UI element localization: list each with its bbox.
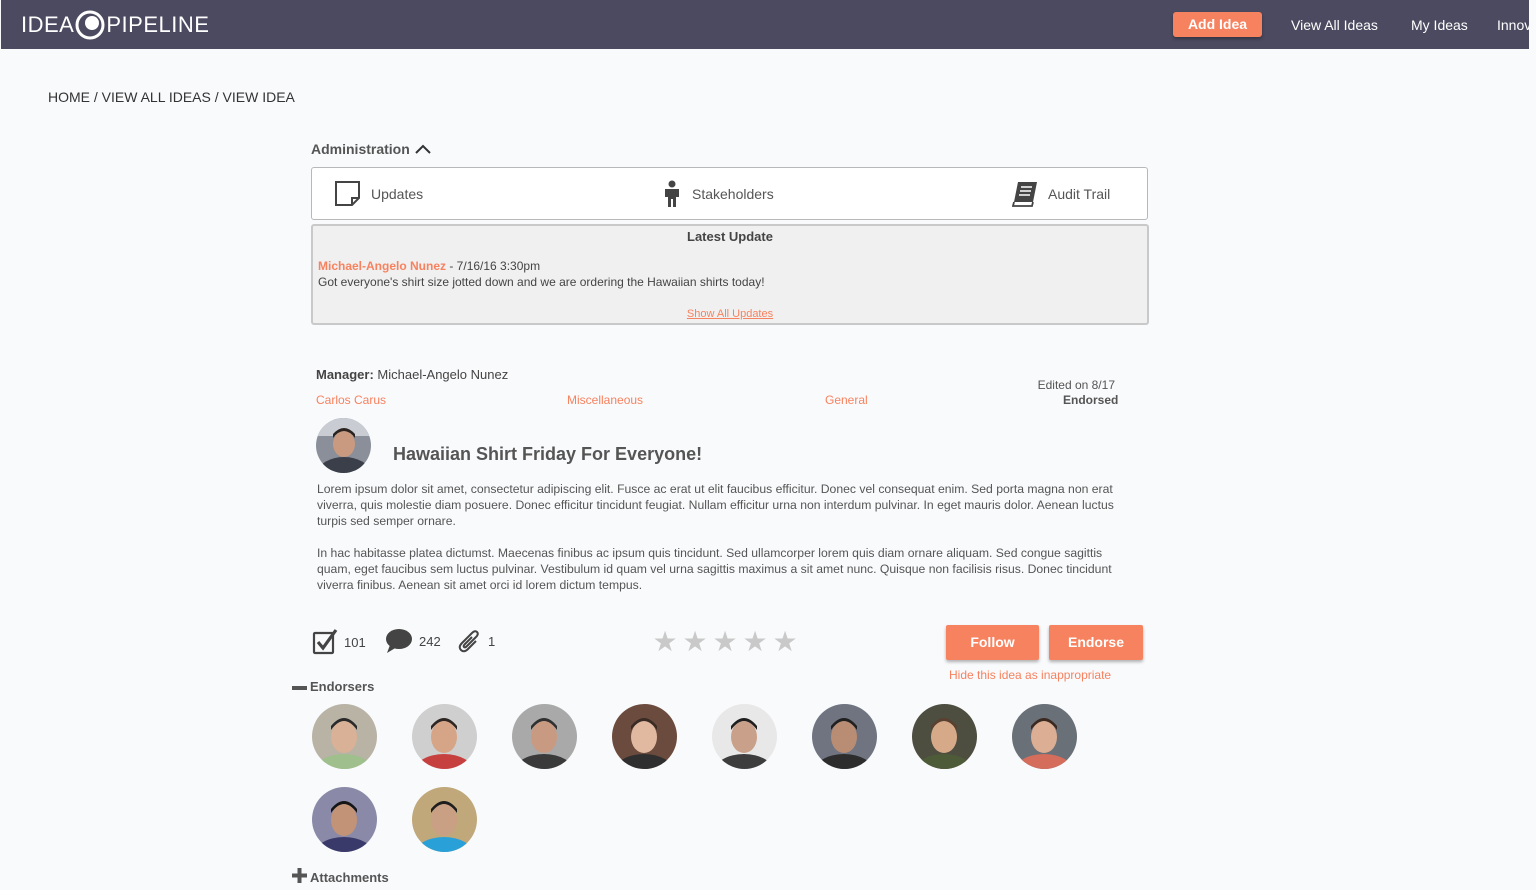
show-all-updates-text[interactable]: Show All Updates <box>687 308 773 320</box>
top-navbar: IDEA PIPELINE Add Idea View All Ideas My… <box>1 0 1529 49</box>
breadcrumb-separator: / <box>93 89 102 105</box>
nav-my-ideas[interactable]: My Ideas <box>1411 17 1468 33</box>
comment-count-value: 242 <box>419 633 441 649</box>
plus-icon <box>292 868 307 886</box>
breadcrumb: HOME / VIEW ALL IDEAS / VIEW IDEA <box>48 89 295 105</box>
idea-category-link[interactable]: Miscellaneous <box>567 393 643 407</box>
logo-text-pipeline: PIPELINE <box>106 12 210 37</box>
star-icon[interactable]: ★ <box>710 628 740 656</box>
endorser-avatar[interactable] <box>1012 704 1077 769</box>
attachment-count-value: 1 <box>488 633 496 649</box>
idea-submitter-link[interactable]: Carlos Carus <box>316 393 386 407</box>
breadcrumb-view-all-ideas[interactable]: VIEW ALL IDEAS <box>102 89 211 105</box>
star-rating[interactable]: ★ ★ ★ ★ ★ <box>650 628 800 656</box>
minus-icon <box>292 679 307 694</box>
latest-update-date: - 7/16/16 3:30pm <box>446 259 541 273</box>
endorsement-count[interactable]: 101 <box>312 628 366 656</box>
manager-label: Manager: <box>316 367 374 382</box>
breadcrumb-separator: / <box>214 89 223 105</box>
breadcrumb-view-idea: VIEW IDEA <box>222 89 295 105</box>
latest-update-panel: Latest Update Michael-Angelo Nunez - 7/1… <box>311 224 1149 325</box>
star-icon[interactable]: ★ <box>770 628 800 656</box>
star-icon[interactable]: ★ <box>680 628 710 656</box>
idea-paragraph: In hac habitasse platea dictumst. Maecen… <box>317 546 1112 592</box>
endorser-avatar[interactable] <box>712 704 777 769</box>
latest-update-title: Latest Update <box>687 229 773 244</box>
endorse-button[interactable]: Endorse <box>1049 625 1143 660</box>
follow-button[interactable]: Follow <box>946 625 1039 660</box>
endorser-avatar[interactable] <box>812 704 877 769</box>
admin-updates[interactable]: Updates <box>334 168 423 219</box>
endorser-avatar[interactable] <box>512 704 577 769</box>
logo-mark-icon <box>75 10 105 40</box>
note-icon <box>335 181 360 206</box>
checkbox-check-icon <box>312 629 338 655</box>
latest-update-text: Got everyone's shirt size jotted down an… <box>318 275 765 289</box>
nav-innovation[interactable]: Innov <box>1497 17 1529 33</box>
endorser-avatar[interactable] <box>312 787 377 852</box>
manager-name: Michael-Angelo Nunez <box>373 367 509 382</box>
show-all-updates-link: Show All Updates <box>313 308 1147 320</box>
endorser-avatar[interactable] <box>412 787 477 852</box>
book-icon <box>1012 181 1037 207</box>
comment-count[interactable]: 242 <box>385 628 441 654</box>
idea-description: Lorem ipsum dolor sit amet, consectetur … <box>317 481 1137 609</box>
breadcrumb-home[interactable]: HOME <box>48 89 90 105</box>
hide-idea-link[interactable]: Hide this idea as inappropriate <box>949 668 1111 682</box>
avatar[interactable] <box>316 418 371 473</box>
admin-audit-trail-label: Audit Trail <box>1048 185 1111 202</box>
administration-toggle[interactable]: Administration <box>311 141 431 157</box>
admin-stakeholders[interactable]: Stakeholders <box>662 168 774 219</box>
endorser-avatar[interactable] <box>312 704 377 769</box>
attachments-toggle[interactable]: Attachments <box>292 868 389 886</box>
idea-type-link[interactable]: General <box>825 393 868 407</box>
add-idea-button[interactable]: Add Idea <box>1173 12 1262 37</box>
attachment-count[interactable]: 1 <box>458 628 495 654</box>
paperclip-icon <box>458 630 479 653</box>
status-badge: Endorsed <box>1063 393 1119 407</box>
latest-update-author[interactable]: Michael-Angelo Nunez <box>318 259 446 273</box>
nav-view-all-ideas[interactable]: View All Ideas <box>1291 17 1378 33</box>
endorser-avatar[interactable] <box>912 704 977 769</box>
speech-bubble-icon <box>386 629 412 653</box>
idea-pipeline-logo[interactable]: IDEA PIPELINE <box>21 10 209 40</box>
endorser-avatar[interactable] <box>612 704 677 769</box>
administration-panel: Updates Stakeholders Audit Trail <box>311 167 1148 220</box>
admin-audit-trail[interactable]: Audit Trail <box>1012 168 1110 219</box>
idea-manager: Manager: Michael-Angelo Nunez <box>316 367 508 382</box>
administration-label: Administration <box>311 141 410 157</box>
star-icon[interactable]: ★ <box>740 628 770 656</box>
endorsement-count-value: 101 <box>344 634 366 650</box>
admin-stakeholders-label: Stakeholders <box>692 185 774 202</box>
idea-title: Hawaiian Shirt Friday For Everyone! <box>393 444 703 464</box>
star-icon[interactable]: ★ <box>650 628 680 656</box>
logo-text-idea: IDEA <box>21 12 75 37</box>
admin-updates-label: Updates <box>371 185 424 202</box>
idea-paragraph: Lorem ipsum dolor sit amet, consectetur … <box>317 482 1114 528</box>
edited-date: Edited on 8/17 <box>1037 378 1115 392</box>
chevron-up-icon <box>415 144 431 154</box>
latest-update-meta: Michael-Angelo Nunez - 7/16/16 3:30pm <box>318 259 540 273</box>
endorsers-label: Endorsers <box>310 679 375 694</box>
person-icon <box>665 180 679 207</box>
endorsers-toggle[interactable]: Endorsers <box>292 679 374 694</box>
endorser-avatar[interactable] <box>412 704 477 769</box>
attachments-label: Attachments <box>310 869 389 885</box>
